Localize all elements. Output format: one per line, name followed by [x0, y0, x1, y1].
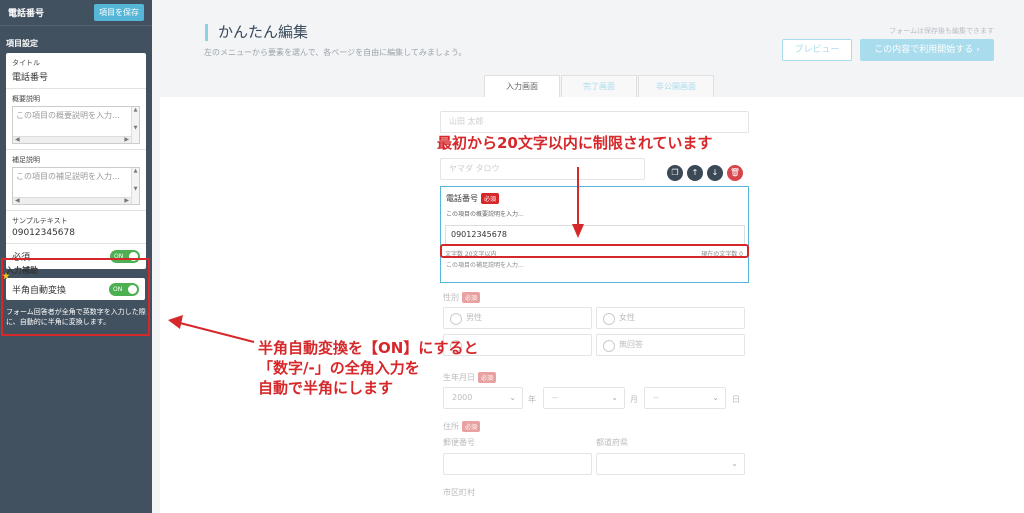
note-label: 補足説明	[12, 156, 40, 164]
assist-description: フォーム回答者が全角で英数字を入力した際に、自動的に半角に変換します。	[6, 308, 146, 326]
auto-convert-toggle[interactable]: ON	[109, 282, 139, 296]
zip-input[interactable]	[443, 453, 592, 475]
chevron-down-icon: ⌄	[731, 459, 738, 468]
auto-convert-label: 半角自動変換	[12, 285, 67, 296]
annotation-auto-convert: 半角自動変換を【ON】にすると 「数字/-」の全角入力を 自動で半角にします	[258, 338, 478, 398]
phone-input[interactable]: 09012345678	[445, 225, 745, 245]
address-label: 住所 必須	[443, 421, 481, 432]
vertical-scrollbar[interactable]: ▲ ▼	[131, 168, 139, 204]
name-input[interactable]: 山田 太郎	[440, 111, 749, 133]
sidebar-header: 電話番号 項目を保存	[0, 0, 152, 26]
annotation-line-1: 半角自動変換を【ON】にすると	[258, 339, 479, 357]
sidebar: 電話番号 項目を保存 項目設定 タイトル 電話番号 概要説明 この項目の概要説明…	[0, 0, 152, 513]
summary-label: 概要説明	[12, 95, 40, 103]
gender-option-female[interactable]: 女性	[596, 307, 745, 329]
horizontal-scrollbar[interactable]: ◀ ▶	[13, 136, 131, 143]
tab-complete[interactable]: 完了画面	[561, 75, 637, 97]
horizontal-scrollbar[interactable]: ◀ ▶	[13, 197, 131, 204]
auto-convert-row: 半角自動変換 ON	[6, 278, 145, 300]
main-area: かんたん編集 左のメニューから要素を選んで、各ページを自由に編集してみましょう。…	[152, 0, 1024, 513]
move-up-icon[interactable]: ↑	[687, 165, 703, 181]
chevron-down-icon: ⌄	[611, 393, 618, 402]
gender-label-text: 性別	[443, 293, 459, 302]
annotation-line-2: 「数字/-」の全角入力を	[258, 359, 420, 377]
gender-option-male[interactable]: 男性	[443, 307, 592, 329]
pref-select[interactable]: ⌄	[596, 453, 745, 475]
note-textarea[interactable]: この項目の補足説明を入力... ▲ ▼ ◀ ▶	[12, 167, 140, 205]
delete-icon[interactable]: 🗑	[727, 165, 743, 181]
chevron-down-icon: ⌄	[712, 393, 719, 402]
move-down-icon[interactable]: ↓	[707, 165, 723, 181]
phone-hint: この項目の補足説明を入力...	[446, 262, 524, 269]
title-label: タイトル	[12, 59, 40, 67]
required-badge: 必須	[481, 193, 500, 204]
form-preview-panel: 山田 太郎 ヤマダ タロウ ❐ ↑ ↓ 🗑 電話番号 必須 この項目の概要説明を入…	[160, 97, 1024, 513]
vertical-scrollbar[interactable]: ▲ ▼	[131, 107, 139, 143]
sample-field: サンプルテキスト 09012345678	[6, 211, 146, 244]
save-item-button[interactable]: 項目を保存	[94, 4, 144, 21]
required-badge: 必須	[462, 292, 481, 303]
preview-button[interactable]: プレビュー	[782, 39, 852, 61]
note-placeholder: この項目の補足説明を入力...	[16, 172, 120, 181]
birth-day-select[interactable]: -- ⌄	[644, 387, 726, 409]
copy-icon[interactable]: ❐	[667, 165, 683, 181]
birth-month-select[interactable]: -- ⌄	[543, 387, 625, 409]
zip-label: 郵便番号	[443, 438, 475, 447]
tab-input[interactable]: 入力画面	[484, 75, 560, 97]
year-unit: 年	[528, 395, 536, 404]
page-tabs: 入力画面 完了画面 非公開画面	[484, 75, 715, 97]
save-note: フォームは保存後も編集できます	[889, 27, 994, 35]
address-label-text: 住所	[443, 422, 459, 431]
summary-placeholder: この項目の概要説明を入力...	[16, 111, 120, 120]
page-title: かんたん編集	[205, 24, 308, 41]
summary-textarea[interactable]: この項目の概要説明を入力... ▲ ▼ ◀ ▶	[12, 106, 140, 144]
section-item-settings: 項目設定	[6, 39, 38, 48]
sidebar-title: 電話番号	[8, 9, 45, 19]
phone-desc: この項目の概要説明を入力...	[446, 211, 524, 218]
day-unit: 日	[732, 395, 740, 404]
annotation-line-3: 自動で半角にします	[258, 379, 394, 397]
sample-label: サンプルテキスト	[12, 217, 68, 225]
birth-day-value: --	[653, 393, 659, 402]
gender-option-none[interactable]: 無回答	[596, 334, 745, 356]
title-field: タイトル 電話番号	[6, 53, 146, 89]
section-input-assist: 入力補助	[6, 266, 38, 275]
sample-input[interactable]: 09012345678	[12, 228, 140, 238]
limit-highlight-box	[440, 244, 749, 258]
birth-month-value: --	[552, 393, 558, 402]
gender-label: 性別 必須	[443, 292, 481, 303]
chevron-down-icon: ⌄	[509, 393, 516, 402]
tab-private[interactable]: 非公開画面	[638, 75, 714, 97]
pref-label: 都道府県	[596, 438, 628, 447]
required-badge: 必須	[462, 421, 481, 432]
phone-field-card[interactable]: 電話番号 必須 この項目の概要説明を入力... 09012345678 文字数 2…	[440, 186, 749, 283]
phone-field-title: 電話番号 必須	[446, 193, 500, 204]
title-input[interactable]: 電話番号	[12, 70, 140, 83]
city-label: 市区町村	[443, 488, 475, 497]
required-badge: 必須	[478, 372, 497, 383]
month-unit: 月	[630, 395, 638, 404]
start-using-button[interactable]: この内容で利用開始する ›	[860, 39, 994, 61]
phone-title-text: 電話番号	[446, 194, 478, 203]
annotation-char-limit: 最初から20文字以内に制限されています	[437, 134, 713, 152]
page-subtitle: 左のメニューから要素を選んで、各ページを自由に編集してみましょう。	[204, 48, 467, 57]
summary-field: 概要説明 この項目の概要説明を入力... ▲ ▼ ◀ ▶	[6, 89, 146, 150]
settings-card: タイトル 電話番号 概要説明 この項目の概要説明を入力... ▲ ▼ ◀ ▶ 補足説…	[6, 53, 146, 269]
note-field: 補足説明 この項目の補足説明を入力... ▲ ▼ ◀ ▶	[6, 150, 146, 211]
kana-input[interactable]: ヤマダ タロウ	[440, 158, 645, 180]
